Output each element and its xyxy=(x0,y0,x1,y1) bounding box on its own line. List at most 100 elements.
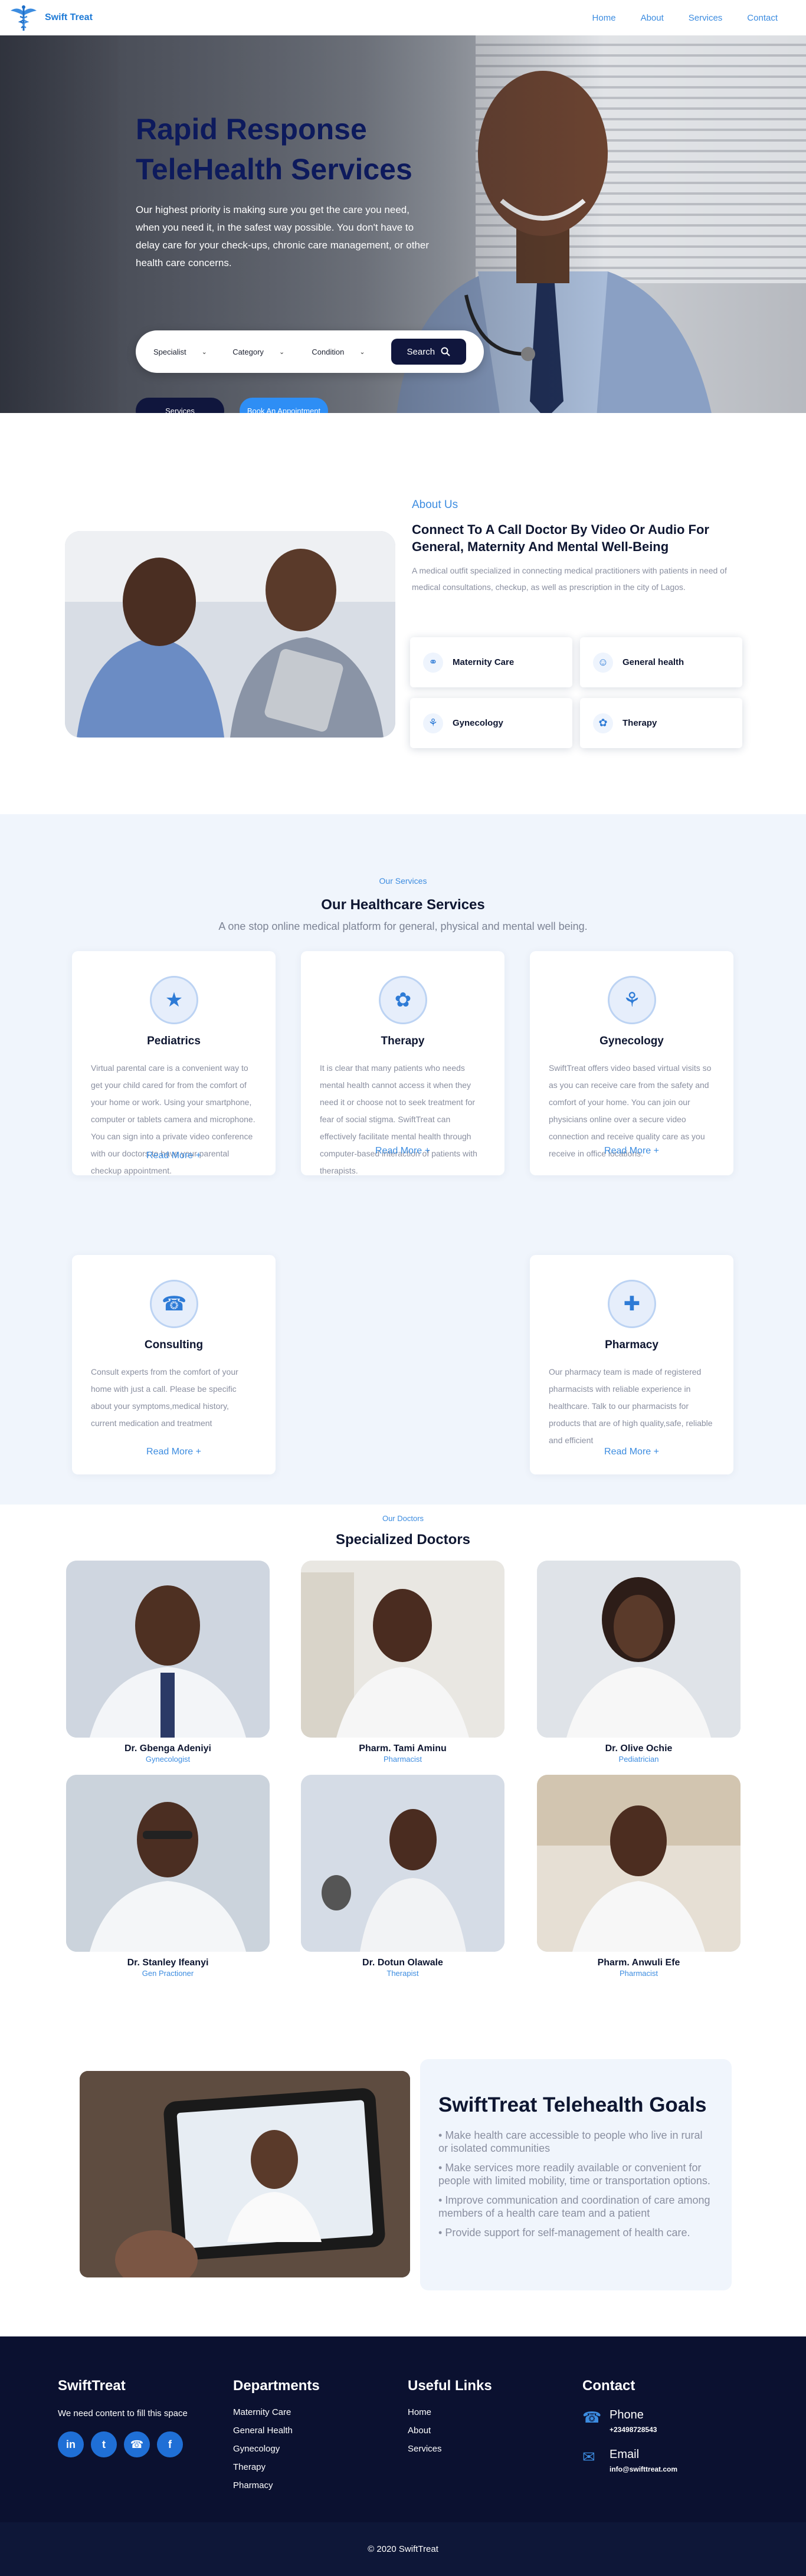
about-family-photo xyxy=(65,531,395,738)
nav-link-services[interactable]: Services xyxy=(689,13,723,23)
footer-links-title: Useful Links xyxy=(408,2378,492,2394)
doctor-name: Pharm. Anwuli Efe xyxy=(597,1958,680,1968)
footer-link[interactable]: General Health xyxy=(233,2426,320,2436)
feature-card-label: Gynecology xyxy=(453,718,503,728)
hero-section: Rapid Response TeleHealth Services Our h… xyxy=(0,35,806,413)
caduceus-logo-icon xyxy=(11,5,37,31)
category-dropdown-label: Category xyxy=(232,347,264,356)
footer-link[interactable]: Services xyxy=(408,2444,492,2454)
feature-card-therapy[interactable]: ✿ Therapy xyxy=(580,698,742,748)
service-card-therapy: ✿ Therapy It is clear that many patients… xyxy=(301,951,504,1175)
doctor-card[interactable]: Dr. Olive Ochie Pediatrician xyxy=(537,1561,741,1764)
chevron-down-icon: ⌄ xyxy=(201,348,207,356)
footer-links-column: Useful Links Home About Services xyxy=(408,2378,492,2462)
read-more-link[interactable]: Read More + xyxy=(72,1447,276,1457)
footer-link[interactable]: Maternity Care xyxy=(233,2407,320,2417)
about-description: A medical outfit specialized in connecti… xyxy=(412,566,727,592)
goal-item: • Make health care accessible to people … xyxy=(438,2129,703,2154)
footer-departments-column: Departments Maternity Care General Healt… xyxy=(233,2378,320,2499)
specialist-dropdown[interactable]: Specialist ⌄ xyxy=(153,348,216,356)
chevron-down-icon: ⌄ xyxy=(359,348,365,356)
nav-link-contact[interactable]: Contact xyxy=(747,13,778,23)
doctor-role: Therapist xyxy=(386,1969,419,1978)
contact-phone[interactable]: ☎ Phone +23498728543 xyxy=(582,2408,677,2434)
doctor-card[interactable]: Dr. Gbenga Adeniyi Gynecologist xyxy=(66,1561,270,1764)
nav-link-about[interactable]: About xyxy=(641,13,664,23)
services-eyebrow: Our Services xyxy=(379,876,427,886)
read-more-link[interactable]: Read More + xyxy=(530,1447,733,1457)
hero-buttons: Services Book An Appointment xyxy=(136,398,328,413)
about-content: About Us Connect To A Call Doctor By Vid… xyxy=(412,499,742,595)
hero-content: Rapid Response TeleHealth Services Our h… xyxy=(136,109,443,272)
doctor-card[interactable]: Pharm. Anwuli Efe Pharmacist xyxy=(537,1775,741,1978)
category-dropdown[interactable]: Category ⌄ xyxy=(232,348,295,356)
feature-card-label: Therapy xyxy=(622,718,657,728)
doctor-icon: ☺ xyxy=(593,652,613,673)
facebook-icon[interactable]: f xyxy=(157,2431,183,2457)
services-button[interactable]: Services xyxy=(136,398,224,413)
doctor-photo xyxy=(301,1561,504,1738)
services-subtitle: A one stop online medical platform for g… xyxy=(218,920,588,932)
goal-item: • Improve communication and coordination… xyxy=(438,2194,710,2219)
footer-useful-links: Home About Services xyxy=(408,2407,492,2454)
condition-dropdown[interactable]: Condition ⌄ xyxy=(312,348,374,356)
twitter-icon[interactable]: t xyxy=(91,2431,117,2457)
chevron-down-icon: ⌄ xyxy=(279,348,285,356)
doctor-role: Pharmacist xyxy=(619,1969,658,1978)
footer-link[interactable]: About xyxy=(408,2426,492,2436)
service-description: Consult experts from the comfort of your… xyxy=(91,1367,238,1428)
doctor-name: Dr. Dotun Olawale xyxy=(362,1958,443,1968)
doctor-name: Dr. Gbenga Adeniyi xyxy=(124,1743,211,1754)
service-description: Our pharmacy team is made of registered … xyxy=(549,1367,713,1445)
doctor-card[interactable]: Dr. Dotun Olawale Therapist xyxy=(301,1775,504,1978)
goal-item: • Provide support for self-management of… xyxy=(438,2227,690,2239)
doctors-title: Specialized Doctors xyxy=(335,1532,471,1548)
footer-contact-column: Contact ☎ Phone +23498728543 ✉ Email inf… xyxy=(582,2378,677,2473)
doctor-role: Gynecologist xyxy=(145,1755,191,1764)
about-feature-cards: ⚭ Maternity Care ☺ General health ⚘ Gyne… xyxy=(410,637,743,748)
footer-link[interactable]: Gynecology xyxy=(233,2444,320,2454)
brand[interactable]: Swift Treat xyxy=(8,2,93,33)
feature-card-maternity[interactable]: ⚭ Maternity Care xyxy=(410,637,572,687)
read-more-link[interactable]: Read More + xyxy=(301,1146,504,1156)
doctor-name: Pharm. Tami Aminu xyxy=(359,1743,447,1754)
phone-icon: ☎ xyxy=(582,2408,602,2426)
doctor-card[interactable]: Dr. Stanley Ifeanyi Gen Practioner xyxy=(66,1775,270,1978)
read-more-link[interactable]: Read More + xyxy=(72,1151,276,1161)
doctor-card[interactable]: Pharm. Tami Aminu Pharmacist xyxy=(301,1561,504,1764)
read-more-link[interactable]: Read More + xyxy=(530,1146,733,1156)
services-section: Our Services Our Healthcare Services A o… xyxy=(0,814,806,1505)
footer-brand: SwiftTreat xyxy=(58,2378,126,2394)
feature-card-label: General health xyxy=(622,657,684,667)
about-eyebrow: About Us xyxy=(412,499,458,511)
doctor-photo xyxy=(537,1775,741,1952)
doctor-role: Pediatrician xyxy=(618,1755,659,1764)
contact-email[interactable]: ✉ Email info@swifttreat.com xyxy=(582,2448,677,2473)
hero-description: Our highest priority is making sure you … xyxy=(136,204,430,268)
services-title: Our Healthcare Services xyxy=(321,897,485,913)
book-appointment-button[interactable]: Book An Appointment xyxy=(240,398,328,413)
search-icon xyxy=(441,347,450,356)
footer-link[interactable]: Pharmacy xyxy=(233,2480,320,2490)
linkedin-icon[interactable]: in xyxy=(58,2431,84,2457)
nav-link-home[interactable]: Home xyxy=(592,13,616,23)
footer-link[interactable]: Therapy xyxy=(233,2462,320,2472)
goals-card: SwiftTreat Telehealth Goals • Make healt… xyxy=(420,2059,732,2290)
contact-phone-label: Phone xyxy=(610,2408,644,2421)
goals-section: SwiftTreat Telehealth Goals • Make healt… xyxy=(0,2041,806,2336)
phone-icon[interactable]: ☎ xyxy=(124,2431,150,2457)
doctors-eyebrow: Our Doctors xyxy=(382,1514,424,1523)
feature-card-general-health[interactable]: ☺ General health xyxy=(580,637,742,687)
contact-email-label: Email xyxy=(610,2448,640,2461)
search-button-label: Search xyxy=(407,346,435,357)
pregnancy-icon: ⚭ xyxy=(423,652,443,673)
hero-title: Rapid Response TeleHealth Services xyxy=(136,109,443,189)
feature-card-gynecology[interactable]: ⚘ Gynecology xyxy=(410,698,572,748)
search-button[interactable]: Search xyxy=(391,339,466,365)
footer-departments-list: Maternity Care General Health Gynecology… xyxy=(233,2407,320,2490)
goal-item: • Make services more readily available o… xyxy=(438,2162,710,2187)
envelope-icon: ✉ xyxy=(582,2448,595,2466)
consult-icon: ☎ xyxy=(150,1280,198,1328)
footer-link[interactable]: Home xyxy=(408,2407,492,2417)
social-links: in t ☎ f xyxy=(58,2431,188,2457)
